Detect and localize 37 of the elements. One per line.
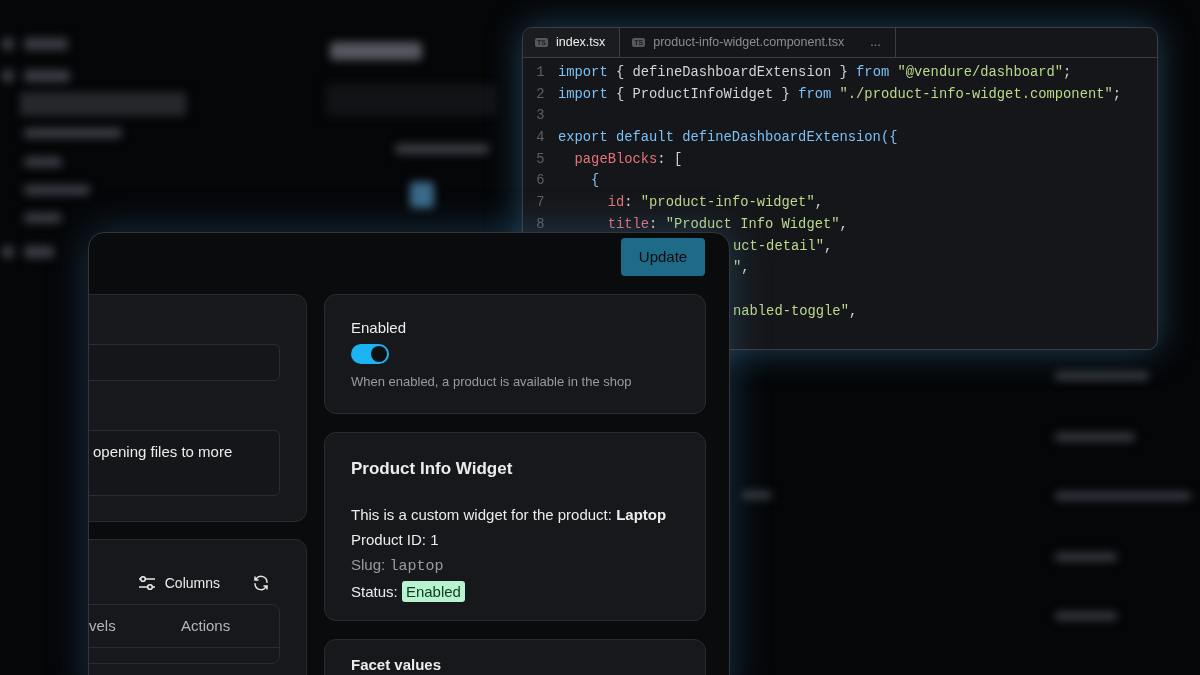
column-header[interactable]: vels [89, 614, 181, 638]
code-line: { [590, 172, 600, 191]
product-id-text: Product ID: 1 [351, 529, 440, 550]
line-number: 6 [535, 172, 546, 191]
line-number: 7 [535, 194, 546, 213]
widget-description: This is a custom widget for the product: Laptop [351, 504, 668, 525]
tab-overflow-ellipsis[interactable]: ... [852, 33, 881, 52]
widget-title: Product Info Widget [351, 458, 514, 480]
columns-button[interactable]: Columns [137, 572, 220, 594]
code-line: import { defineDashboardExtension } from "@vendure/dashboard"; [558, 64, 1072, 82]
line-number: 8 [535, 215, 546, 234]
text-input-field[interactable] [89, 344, 280, 381]
code-line: pageBlocks: [ [573, 150, 683, 169]
enabled-toggle[interactable] [351, 344, 389, 364]
slug-label: Slug: [351, 555, 386, 573]
code-line: ", [733, 259, 750, 278]
textarea-field[interactable]: opening files to more [89, 430, 280, 496]
column-header[interactable]: Actions [181, 614, 279, 638]
slug-value: laptop [389, 557, 444, 575]
line-number: 4 [535, 129, 546, 148]
code-line: title: "Product Info Widget", [606, 215, 848, 234]
help-text: When enabled, a product is available in the shop [351, 373, 633, 391]
status-label: Status: [351, 582, 398, 600]
code-line: id: "product-info-widget", [606, 194, 823, 213]
code-line: uct-detail", [733, 237, 833, 256]
line-number: 1 [535, 64, 546, 82]
facet-title: Facet values [351, 655, 443, 675]
refresh-icon[interactable] [252, 574, 270, 592]
code-line: import { ProductInfoWidget } from "./product-info-widget.component"; [558, 85, 1122, 104]
line-number: 3 [535, 107, 546, 126]
sliders-icon [137, 575, 156, 591]
code-line: nabled-toggle", [733, 302, 858, 321]
line-number: 5 [535, 150, 546, 169]
code-line: export default defineDashboardExtension({ [558, 129, 898, 148]
line-number: 2 [535, 85, 546, 104]
status-badge: Enabled [401, 580, 465, 602]
enabled-label: Enabled [351, 318, 408, 338]
